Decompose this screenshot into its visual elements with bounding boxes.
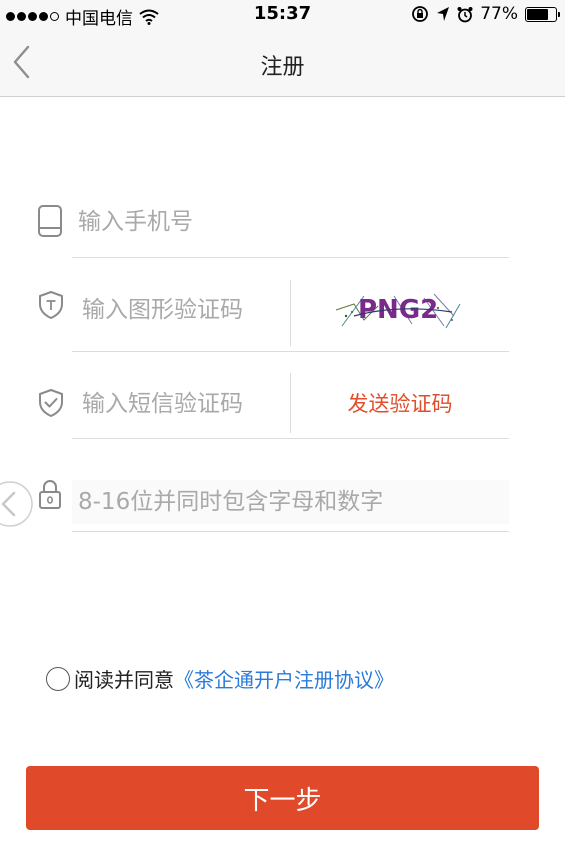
lock-icon	[39, 480, 61, 509]
divider	[72, 351, 509, 352]
location-arrow-icon	[437, 7, 450, 21]
shield-text-icon	[39, 291, 63, 319]
captcha-text: PNG2	[358, 295, 438, 325]
phone-input[interactable]	[78, 204, 498, 240]
agreement-row: 阅读并同意 《茶企通开户注册协议》	[46, 664, 394, 693]
status-indicators: 77%	[411, 4, 560, 24]
alarm-icon	[457, 6, 473, 22]
agreement-checkbox[interactable]	[46, 666, 70, 691]
agreement-prefix: 阅读并同意	[74, 668, 174, 692]
shield-check-icon	[39, 389, 63, 417]
next-button[interactable]: 下一步	[26, 766, 539, 830]
status-bar: 中国电信 15:37 77%	[0, 0, 565, 30]
phone-icon	[38, 205, 62, 237]
divider	[72, 438, 509, 439]
password-input[interactable]	[78, 484, 503, 520]
send-code-button[interactable]: 发送验证码	[300, 388, 500, 418]
divider	[72, 531, 509, 532]
sms-code-input[interactable]	[82, 386, 282, 422]
captcha-image[interactable]: PNG2	[334, 286, 462, 334]
edge-back-button[interactable]	[0, 480, 34, 528]
page-title: 注册	[260, 55, 305, 80]
battery-percent: 77%	[480, 4, 518, 24]
divider	[72, 257, 509, 258]
battery-icon	[525, 6, 560, 22]
rotation-lock-icon	[412, 6, 429, 22]
agreement-link[interactable]: 《茶企通开户注册协议》	[174, 664, 394, 693]
divider-vertical	[290, 280, 291, 346]
battery-level	[527, 8, 549, 20]
captcha-input[interactable]	[82, 292, 282, 328]
navigation-bar: 注册	[0, 30, 565, 97]
divider-vertical	[290, 373, 291, 433]
